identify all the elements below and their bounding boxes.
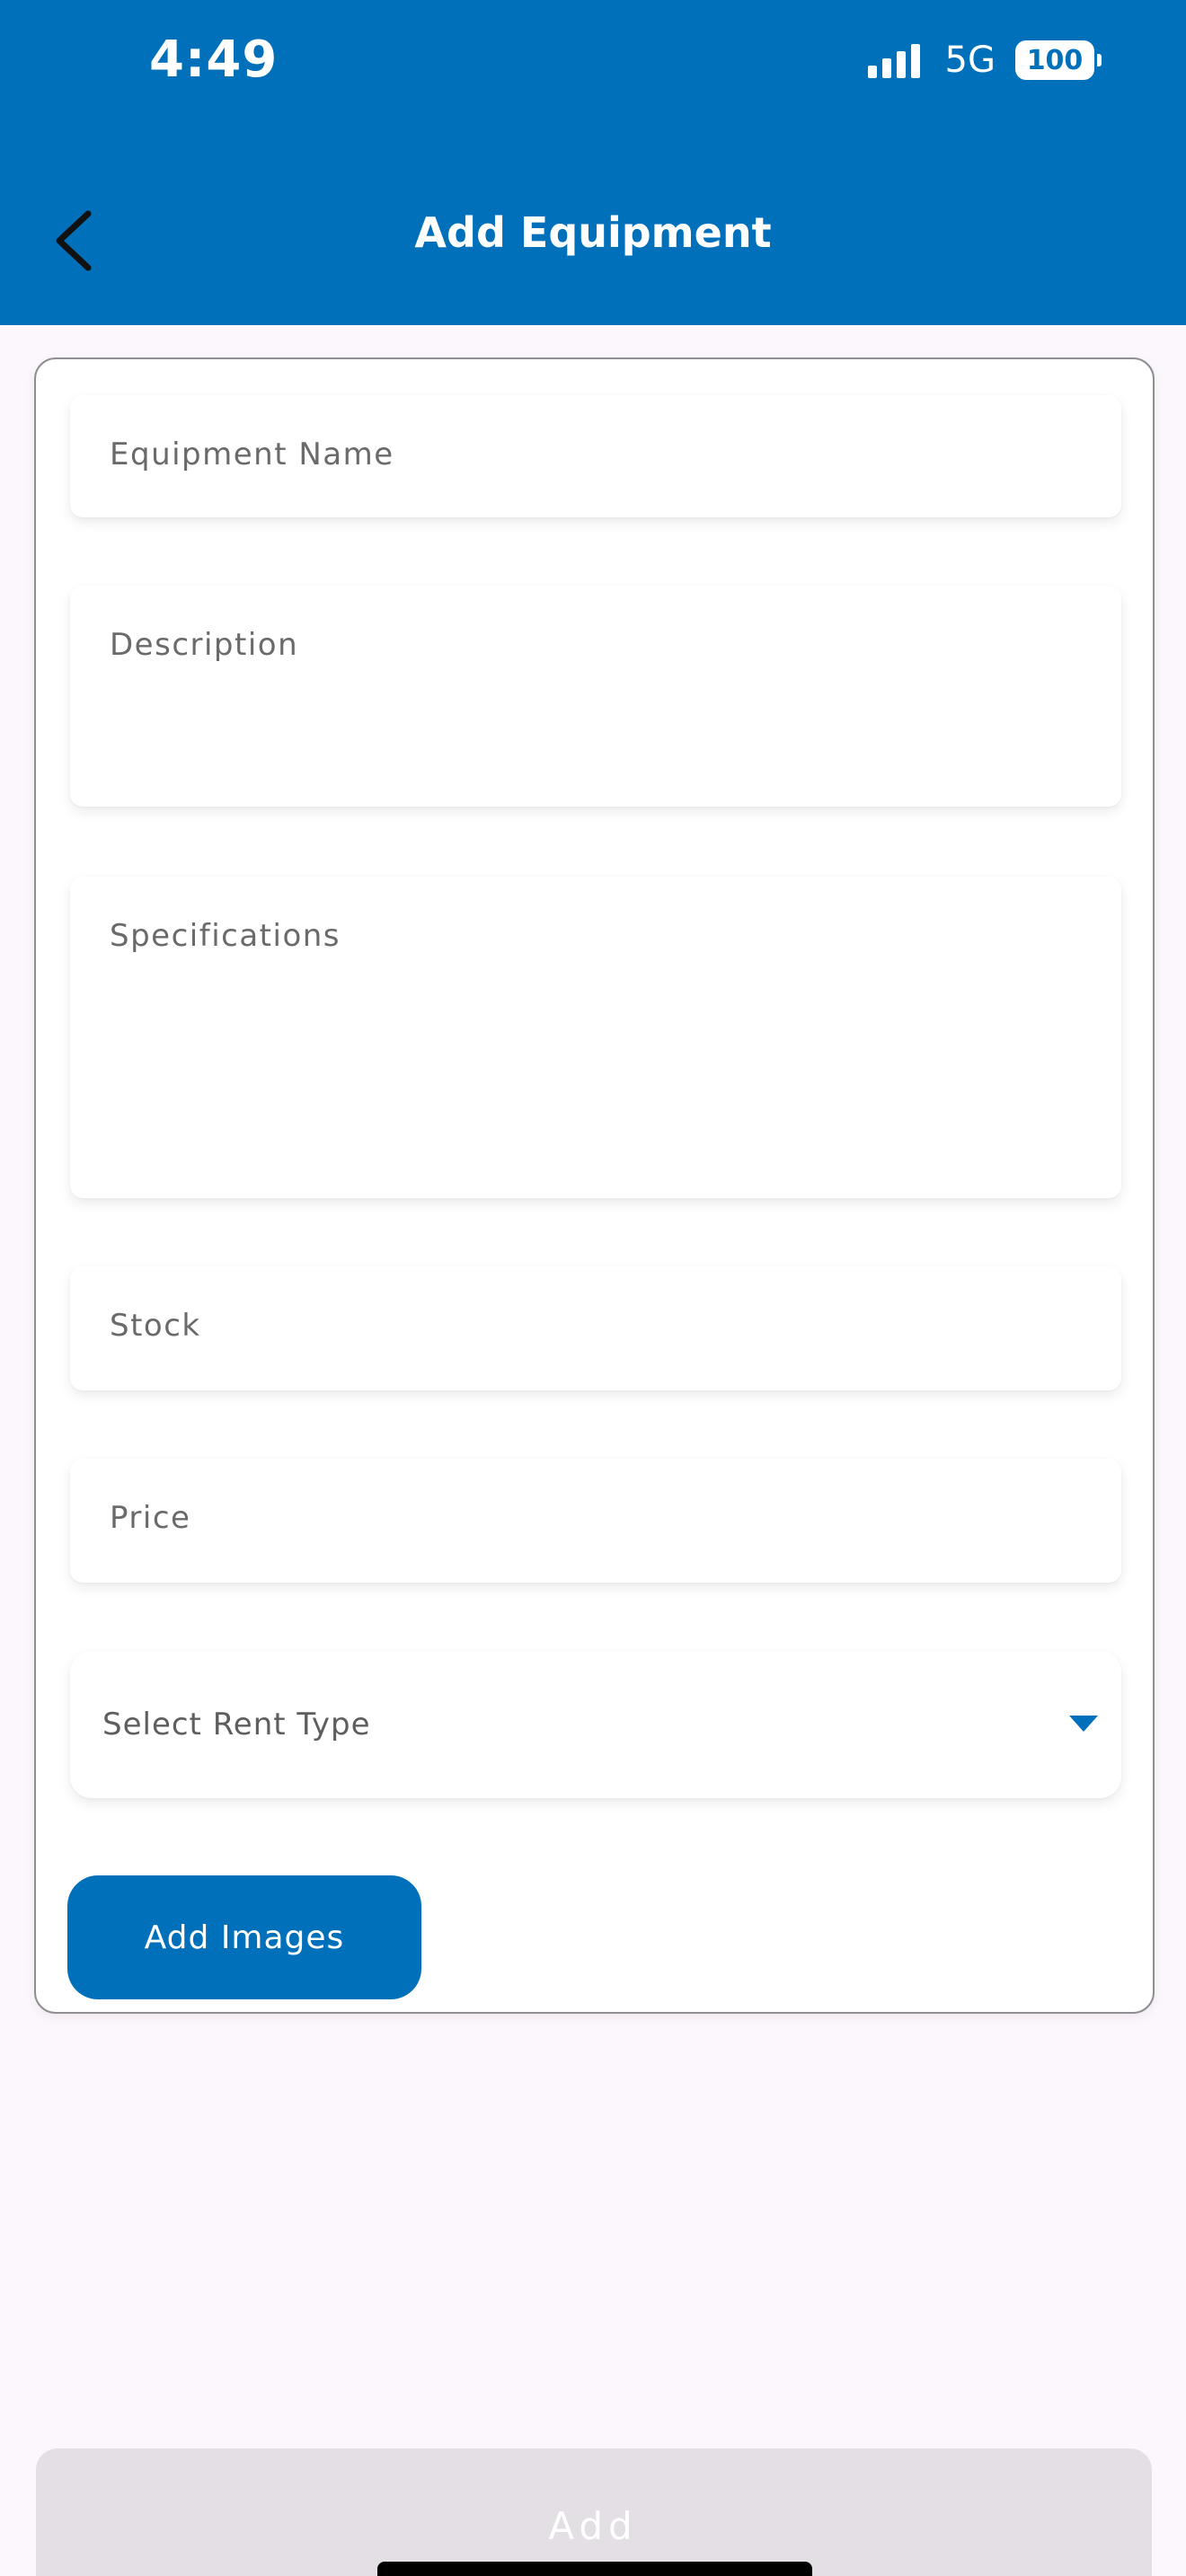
specifications-input[interactable]: Specifications: [70, 877, 1121, 1198]
app-header: 4:49 5G 100 Add Equipment: [0, 0, 1186, 325]
battery-level: 100: [1015, 40, 1094, 80]
status-time: 4:49: [149, 31, 279, 89]
status-indicators: 5G 100: [867, 38, 1102, 83]
add-equipment-screen: 4:49 5G 100 Add Equipment Equipment Name…: [0, 0, 1186, 2576]
rent-type-select[interactable]: Select Rent Type: [70, 1651, 1121, 1798]
stock-input[interactable]: Stock: [70, 1266, 1121, 1390]
network-type: 5G: [944, 40, 996, 81]
specifications-placeholder: Specifications: [110, 918, 341, 954]
add-button-label: Add: [548, 2504, 638, 2548]
price-placeholder: Price: [110, 1500, 191, 1536]
add-images-button[interactable]: Add Images: [67, 1875, 421, 1999]
equipment-name-input[interactable]: Equipment Name: [70, 395, 1121, 517]
price-input[interactable]: Price: [70, 1459, 1121, 1583]
stock-placeholder: Stock: [110, 1308, 201, 1344]
battery-icon: 100: [1015, 40, 1102, 80]
signal-bars-icon: [867, 42, 925, 78]
description-input[interactable]: Description: [70, 586, 1121, 807]
home-indicator: [377, 2562, 812, 2576]
equipment-form-card: Equipment Name Description Specification…: [34, 357, 1155, 2014]
caret-down-icon[interactable]: [1069, 1716, 1098, 1732]
rent-type-label: Select Rent Type: [102, 1707, 371, 1742]
description-placeholder: Description: [110, 627, 299, 663]
page-title: Add Equipment: [414, 208, 772, 257]
equipment-name-placeholder: Equipment Name: [110, 437, 394, 472]
